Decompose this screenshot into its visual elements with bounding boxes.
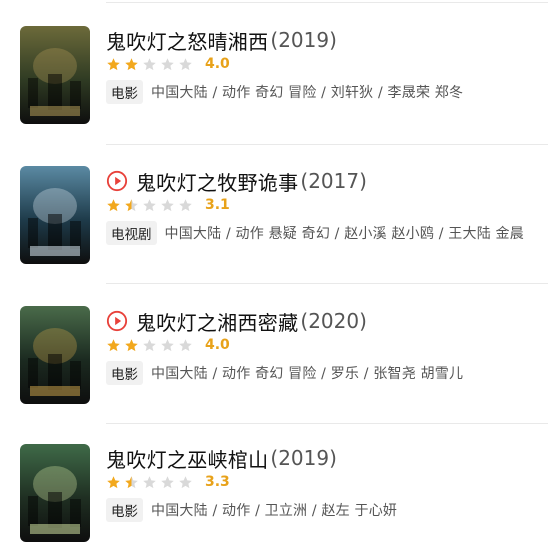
- star-rating: [106, 475, 193, 490]
- movie-year: (2019): [270, 446, 337, 470]
- movie-meta: 中国大陆 / 动作 奇幻 冒险 / 罗乐 / 张智尧 胡雪儿: [151, 366, 464, 382]
- star-icon: [161, 57, 174, 70]
- type-tag: 电影: [106, 361, 143, 385]
- star-icon: [125, 198, 138, 211]
- star-rating: [106, 198, 193, 213]
- star-icon: [107, 338, 120, 351]
- star-icon: [107, 475, 120, 488]
- movie-year: (2019): [270, 28, 337, 52]
- movie-title[interactable]: 鬼吹灯之湘西密藏: [136, 307, 298, 336]
- star-icon: [161, 475, 174, 488]
- star-icon: [179, 475, 192, 488]
- star-rating: [106, 338, 193, 353]
- movie-title[interactable]: 鬼吹灯之怒晴湘西: [106, 26, 268, 55]
- play-circle-icon: [106, 310, 128, 332]
- star-rating: [106, 57, 193, 72]
- type-tag: 电影: [106, 498, 143, 522]
- rating-score: 3.3: [205, 474, 230, 490]
- rating-score: 4.0: [205, 337, 230, 353]
- star-icon: [161, 198, 174, 211]
- star-icon: [107, 198, 120, 211]
- movie-year: (2017): [300, 169, 367, 193]
- star-icon: [125, 475, 138, 488]
- star-icon: [125, 338, 138, 351]
- movie-meta: 中国大陆 / 动作 / 卫立洲 / 赵左 于心妍: [151, 503, 398, 519]
- star-icon: [143, 198, 156, 211]
- divider: [106, 2, 548, 3]
- movie-meta: 中国大陆 / 动作 奇幻 冒险 / 刘轩狄 / 李晟荣 郑冬: [151, 85, 464, 101]
- movie-item[interactable]: 鬼吹灯之牧野诡事 (2017) 3.1 电视剧 中国大陆 / 动作 悬疑 奇幻 …: [0, 156, 548, 266]
- rating-score: 4.0: [205, 56, 230, 72]
- poster-image[interactable]: [20, 306, 90, 404]
- movie-item[interactable]: 鬼吹灯之湘西密藏 (2020) 4.0 电影 中国大陆 / 动作 奇幻 冒险 /…: [0, 296, 548, 406]
- divider: [106, 144, 548, 145]
- poster-image[interactable]: [20, 444, 90, 542]
- play-circle-icon: [106, 170, 128, 192]
- star-icon: [125, 57, 138, 70]
- movie-year: (2020): [300, 309, 367, 333]
- divider: [106, 283, 548, 284]
- divider: [106, 423, 548, 424]
- star-icon: [143, 57, 156, 70]
- star-icon: [179, 338, 192, 351]
- rating-score: 3.1: [205, 197, 230, 213]
- star-icon: [161, 338, 174, 351]
- movie-meta: 中国大陆 / 动作 悬疑 奇幻 / 赵小溪 赵小鸥 / 王大陆 金晨: [164, 226, 524, 242]
- poster-image[interactable]: [20, 26, 90, 124]
- type-tag: 电影: [106, 80, 143, 104]
- star-icon: [143, 475, 156, 488]
- star-icon: [179, 198, 192, 211]
- movie-item[interactable]: 鬼吹灯之巫峡棺山 (2019) 3.3 电影 中国大陆 / 动作 / 卫立洲 /…: [0, 434, 548, 544]
- star-icon: [107, 57, 120, 70]
- movie-item[interactable]: 鬼吹灯之怒晴湘西 (2019) 4.0 电影 中国大陆 / 动作 奇幻 冒险 /…: [0, 16, 548, 126]
- star-icon: [179, 57, 192, 70]
- poster-image[interactable]: [20, 166, 90, 264]
- movie-result-list: 鬼吹灯之怒晴湘西 (2019) 4.0 电影 中国大陆 / 动作 奇幻 冒险 /…: [0, 0, 548, 560]
- movie-title[interactable]: 鬼吹灯之巫峡棺山: [106, 444, 268, 473]
- star-icon: [143, 338, 156, 351]
- type-tag: 电视剧: [106, 221, 157, 245]
- movie-title[interactable]: 鬼吹灯之牧野诡事: [136, 167, 298, 196]
